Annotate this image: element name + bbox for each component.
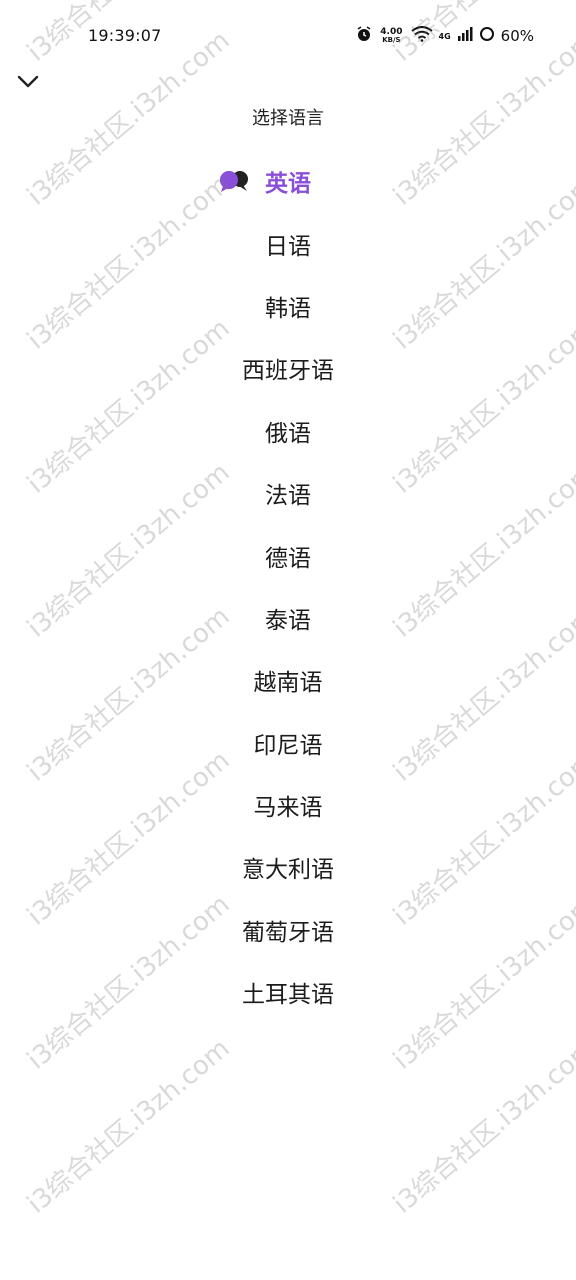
net-speed-unit: KB/S [382, 36, 401, 44]
language-label: 俄语 [265, 420, 311, 447]
net-speed-value: 4.00 [380, 27, 403, 37]
language-item-english[interactable]: 英语 [0, 150, 576, 212]
status-time: 19:39:07 [88, 26, 162, 45]
language-label: 土耳其语 [242, 982, 334, 1009]
status-icons: 4.00 KB/S 4G 60% [356, 26, 534, 46]
language-item-malay[interactable]: 马来语 [0, 774, 576, 836]
language-item-japanese[interactable]: 日语 [0, 212, 576, 274]
language-item-indonesian[interactable]: 印尼语 [0, 712, 576, 774]
language-label: 法语 [265, 483, 311, 510]
language-label: 英语 [265, 171, 311, 198]
battery-ring-icon [479, 26, 495, 46]
language-item-portuguese[interactable]: 葡萄牙语 [0, 899, 576, 961]
watermark: i3综合社区.i3zh.com [387, 1033, 576, 1220]
language-item-korean[interactable]: 韩语 [0, 275, 576, 337]
language-item-turkish[interactable]: 土耳其语 [0, 961, 576, 1023]
back-button[interactable] [14, 68, 42, 96]
page-title: 选择语言 [252, 108, 324, 129]
chevron-down-icon [17, 75, 39, 88]
wifi-icon [410, 26, 433, 46]
language-label: 马来语 [253, 795, 323, 822]
language-label: 印尼语 [253, 732, 323, 759]
language-item-russian[interactable]: 俄语 [0, 400, 576, 462]
alarm-icon [356, 26, 372, 46]
watermark: i3综合社区.i3zh.com [21, 1033, 236, 1220]
language-label: 西班牙语 [242, 358, 334, 385]
language-label: 泰语 [265, 607, 311, 634]
language-item-spanish[interactable]: 西班牙语 [0, 337, 576, 399]
language-item-german[interactable]: 德语 [0, 524, 576, 586]
language-item-italian[interactable]: 意大利语 [0, 836, 576, 898]
status-bar: 19:39:07 4.00 KB/S 4G 60% [0, 0, 576, 72]
language-label: 意大利语 [242, 857, 334, 884]
signal-icon [457, 26, 473, 46]
language-label: 越南语 [253, 670, 323, 697]
network-type: 4G [438, 31, 451, 41]
battery-percent: 60% [500, 27, 534, 45]
language-label: 日语 [265, 233, 311, 260]
language-item-french[interactable]: 法语 [0, 462, 576, 524]
language-item-vietnamese[interactable]: 越南语 [0, 649, 576, 711]
net-speed: 4.00 KB/S [380, 27, 403, 45]
language-label: 葡萄牙语 [242, 919, 334, 946]
language-label: 德语 [265, 545, 311, 572]
language-list: 英语 日语 韩语 西班牙语 俄语 法语 德语 泰语 越南语 印尼语 马来语 意大… [0, 150, 576, 1023]
language-label: 韩语 [265, 295, 311, 322]
speech-bubbles-icon [220, 171, 248, 193]
language-item-thai[interactable]: 泰语 [0, 587, 576, 649]
